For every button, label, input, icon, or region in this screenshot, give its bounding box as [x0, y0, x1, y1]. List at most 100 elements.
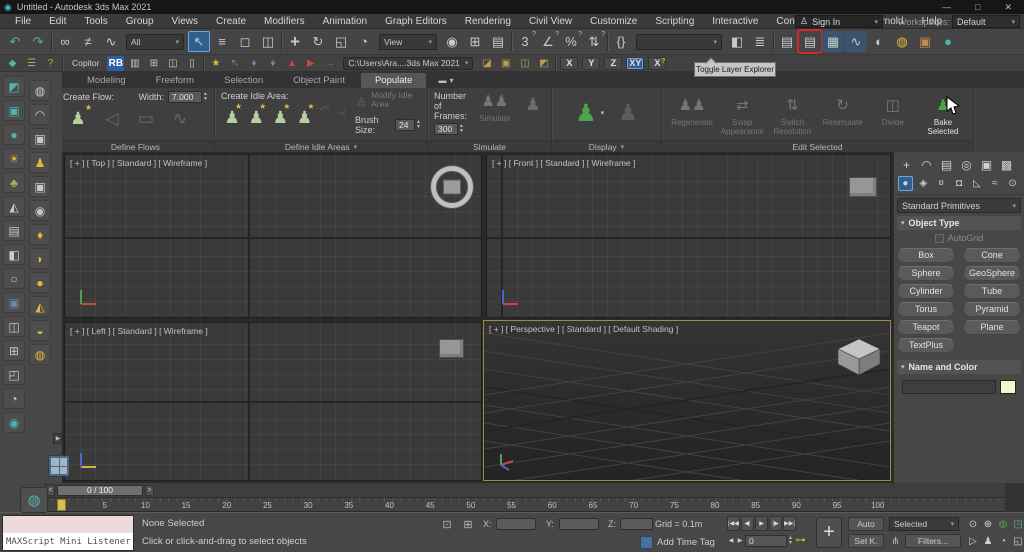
workspace-dropdown[interactable]: Default: [952, 15, 1020, 28]
display-panel-label[interactable]: Display▾: [552, 140, 661, 152]
top-viewport[interactable]: [ + ] [ Top ] [ Standard ] [ Wireframe ]: [64, 154, 482, 318]
minimize-button[interactable]: —: [942, 2, 951, 13]
display-style-icon[interactable]: ♟: [575, 99, 597, 128]
systems-category-tab[interactable]: ⊙: [1005, 176, 1020, 191]
material-editor-icon[interactable]: ◐: [868, 31, 890, 52]
light-tool-icon[interactable]: ●: [3, 124, 25, 145]
modify-panel-tab[interactable]: ◠: [918, 156, 935, 173]
camera-tool-icon[interactable]: ▣: [29, 176, 51, 197]
bowl-tool-icon[interactable]: ◒: [29, 320, 51, 341]
separator[interactable]: [772, 33, 775, 51]
use-pivot-point-center-icon[interactable]: ◉: [441, 31, 463, 52]
list-tool-icon[interactable]: ☰: [23, 56, 40, 71]
window-crossing-icon[interactable]: ◫: [257, 31, 279, 52]
help-icon[interactable]: ?: [42, 56, 59, 71]
maxscript-output[interactable]: MAXScript Mini Listener: [3, 533, 133, 550]
maximize-viewport-icon[interactable]: ◱: [1011, 533, 1024, 549]
panel-tool-icon[interactable]: ▯: [183, 56, 200, 71]
chevron-down-icon[interactable]: ▾: [601, 109, 605, 117]
frame-tool-icon[interactable]: ◧: [3, 244, 25, 265]
set-key-button[interactable]: Set K.: [848, 534, 884, 548]
y-axis-constraint-button[interactable]: Y: [582, 57, 600, 70]
primitive-category-dropdown[interactable]: Standard Primitives: [897, 198, 1021, 213]
time-slider[interactable]: 0 / 100: [57, 485, 143, 496]
lights-category-tab[interactable]: ¤: [934, 176, 949, 191]
spinner-arrows-icon[interactable]: ▲▼: [416, 120, 421, 130]
mirror-icon[interactable]: ◧: [726, 31, 748, 52]
monitor-tool-icon[interactable]: ▣: [3, 292, 25, 313]
display-panel-tab[interactable]: ▣: [978, 156, 995, 173]
resimulate-button[interactable]: ↻ Resimulate: [819, 95, 867, 136]
disc-tool-icon[interactable]: ◍: [29, 344, 51, 365]
selection-filter-dropdown[interactable]: All: [126, 34, 184, 50]
divide-button[interactable]: ◫ Divide: [869, 95, 917, 136]
tool-icon[interactable]: ◩: [535, 56, 552, 71]
scene-tool-icon[interactable]: ◩: [3, 76, 25, 97]
schematic-view-icon[interactable]: ∿: [845, 31, 867, 52]
menu-item[interactable]: Graph Editors: [376, 16, 456, 27]
z-axis-constraint-button[interactable]: Z: [604, 57, 622, 70]
previous-frame-button[interactable]: ◀|: [741, 516, 754, 531]
ribbon-mode-caret-icon[interactable]: ▾: [449, 76, 453, 85]
select-and-rotate-icon[interactable]: ↻: [307, 31, 329, 52]
menu-item[interactable]: Civil View: [520, 16, 581, 27]
grid-tool-icon[interactable]: ⊞: [145, 56, 162, 71]
simulate-button[interactable]: ♟♟ Simulate: [475, 91, 515, 135]
object-color-swatch[interactable]: [1000, 380, 1016, 394]
spinner-arrows-icon[interactable]: ▲▼: [203, 92, 208, 102]
object-type-button[interactable]: Box: [897, 248, 955, 263]
go-to-end-button[interactable]: ▶▶|: [783, 516, 796, 531]
switch-resolution-button[interactable]: ⇅ Switch Resolution: [768, 95, 816, 136]
create-idle-area-icon[interactable]: ♟★: [245, 104, 267, 132]
select-object-icon[interactable]: ↖: [188, 31, 210, 52]
perspective-viewport-label[interactable]: [ + ] [ Perspective ] [ Standard ] [ Def…: [489, 324, 678, 334]
idle-area-gizmo[interactable]: [431, 166, 473, 208]
autogrid-checkbox[interactable]: [935, 234, 944, 243]
y-coordinate-field[interactable]: [559, 518, 599, 530]
tool-icon[interactable]: ▣: [497, 56, 514, 71]
separator[interactable]: [50, 33, 53, 51]
menu-item[interactable]: Interactive: [703, 16, 767, 27]
red-arrow-icon[interactable]: →: [321, 56, 338, 71]
brush-size-spinner[interactable]: 24 ▲▼: [395, 119, 421, 131]
menu-item[interactable]: Customize: [581, 16, 646, 27]
angle-snap-icon[interactable]: ∠: [537, 31, 559, 52]
sphere-tool-icon[interactable]: ●: [29, 272, 51, 293]
simulate-panel-label[interactable]: Simulate: [428, 140, 551, 152]
object-type-button[interactable]: Plane: [963, 320, 1021, 335]
project-folder-dropdown[interactable]: C:\Users\Ara....3ds Max 2021: [343, 57, 473, 70]
menu-item[interactable]: Create: [207, 16, 255, 27]
ring-tool-icon[interactable]: ○: [3, 268, 25, 289]
toggle-layer-explorer-icon[interactable]: ▤: [799, 31, 821, 52]
menu-item[interactable]: Group: [117, 16, 163, 27]
marker-tool-icon[interactable]: ♦: [264, 56, 281, 71]
next-frame-button[interactable]: |▶: [769, 516, 782, 531]
flow-tool-icon[interactable]: ▭: [131, 105, 161, 133]
tool-icon[interactable]: ◫: [516, 56, 533, 71]
xy-plane-constraint-button[interactable]: XY: [626, 57, 644, 70]
dome-tool-icon[interactable]: ◗: [29, 248, 51, 269]
go-to-start-button[interactable]: |◀◀: [727, 516, 740, 531]
menu-item[interactable]: Rendering: [456, 16, 520, 27]
x-coordinate-field[interactable]: [496, 518, 536, 530]
motion-panel-tab[interactable]: ◎: [958, 156, 975, 173]
perspective-viewport[interactable]: [ + ] [ Perspective ] [ Standard ] [ Def…: [483, 320, 891, 481]
select-and-place-icon[interactable]: ◔: [353, 31, 375, 52]
close-button[interactable]: ✕: [1004, 2, 1012, 13]
marker-tool-icon[interactable]: ♦: [245, 56, 262, 71]
cone-tool-icon[interactable]: ◭: [29, 296, 51, 317]
tool-icon[interactable]: ◪: [478, 56, 495, 71]
sign-in-button[interactable]: ♙ Sign In ▾: [795, 15, 883, 28]
edit-named-selection-sets-icon[interactable]: {}: [610, 31, 632, 52]
curve-editor-icon[interactable]: ▦: [822, 31, 844, 52]
create-flow-icon[interactable]: ♟★: [63, 105, 93, 133]
red-flag-icon[interactable]: ▶: [302, 56, 319, 71]
tree-tool-icon[interactable]: ◭: [3, 196, 25, 217]
render-production-icon[interactable]: ●: [937, 31, 959, 52]
object-type-button[interactable]: Teapot: [897, 320, 955, 335]
lamp-tool-icon[interactable]: ♦: [29, 224, 51, 245]
create-idle-area-icon[interactable]: ♟★: [293, 104, 315, 132]
window-tool-icon[interactable]: ◫: [3, 316, 25, 337]
spinner-snap-icon[interactable]: ⇅: [583, 31, 605, 52]
object-type-button[interactable]: Cone: [963, 248, 1021, 263]
